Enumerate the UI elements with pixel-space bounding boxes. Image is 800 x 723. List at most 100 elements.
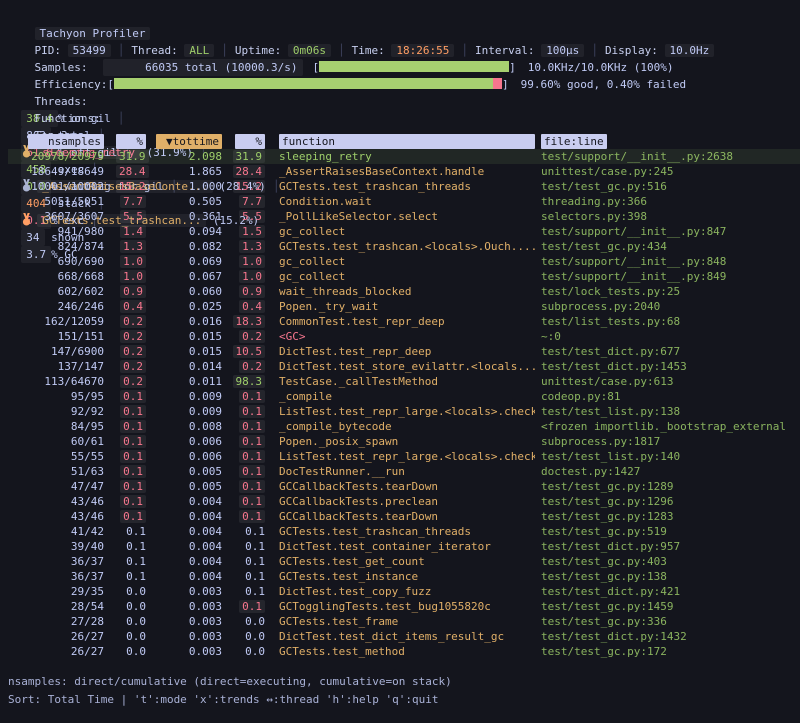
cell-percent-cumulative: 0.0 xyxy=(245,630,265,643)
table-row[interactable]: 246/246 0.4 0.025 0.4 Popen._try_wait su… xyxy=(8,299,800,314)
cell-function: <GC> xyxy=(279,329,535,344)
table-row[interactable]: 147/6900 0.2 0.015 10.5 DictTest.test_re… xyxy=(8,344,800,359)
table-row[interactable]: 690/690 1.0 0.069 1.0 gc_collect test/su… xyxy=(8,254,800,269)
col-header-percent-cumulative[interactable]: % xyxy=(235,134,265,149)
table-row[interactable]: 41/42 0.1 0.004 0.1 GCTests.test_trashca… xyxy=(8,524,800,539)
col-header-nsamples[interactable]: nsamples xyxy=(28,134,104,149)
cell-file-line: test/support/__init__.py:849 xyxy=(541,269,800,284)
table-row[interactable]: 3607/3607 5.5 0.361 5.5 _PollLikeSelecto… xyxy=(8,209,800,224)
divider: │ xyxy=(584,44,605,57)
table-row[interactable]: 602/602 0.9 0.060 0.9 wait_threads_block… xyxy=(8,284,800,299)
table-row[interactable]: 29/35 0.0 0.003 0.1 DictTest.test_copy_f… xyxy=(8,584,800,599)
col-header-file-line[interactable]: file:line xyxy=(541,134,607,149)
table-row[interactable]: 51/63 0.1 0.005 0.1 DocTestRunner.__run … xyxy=(8,464,800,479)
cell-percent-direct: 0.2 xyxy=(120,360,146,373)
cell-function: gc_collect xyxy=(279,254,535,269)
cell-percent-cumulative: 0.1 xyxy=(239,450,265,463)
thread-value[interactable]: ALL xyxy=(184,44,214,57)
cell-nsamples: 3607/3607 xyxy=(44,210,104,223)
cell-percent-direct: 0.2 xyxy=(120,375,146,388)
cell-percent-direct: 0.1 xyxy=(120,465,146,478)
cell-function: GCCallbackTests.tearDown xyxy=(279,479,535,494)
cell-function: DictTest.test_copy_fuzz xyxy=(279,584,535,599)
table-row[interactable]: 162/12059 0.2 0.016 18.3 CommonTest.test… xyxy=(8,314,800,329)
table-row[interactable]: 113/64670 0.2 0.011 98.3 TestCase._callT… xyxy=(8,374,800,389)
cell-percent-cumulative: 0.1 xyxy=(239,495,265,508)
cell-function: TestCase._callTestMethod xyxy=(279,374,535,389)
cell-percent-direct: 1.3 xyxy=(120,240,146,253)
cell-percent-direct: 0.4 xyxy=(120,300,146,313)
cell-file-line: test/support/__init__.py:2638 xyxy=(541,149,800,164)
cell-function: _compile_bytecode xyxy=(279,419,535,434)
col-header-percent-direct[interactable]: % xyxy=(116,134,146,149)
cell-percent-direct: 0.1 xyxy=(120,495,146,508)
cell-percent-cumulative: 1.5 xyxy=(239,225,265,238)
cell-nsamples: 246/246 xyxy=(58,300,104,313)
cell-file-line: test/test_gc.py:138 xyxy=(541,569,800,584)
table-row[interactable]: 20978/20979 31.9 2.098 31.9 sleeping_ret… xyxy=(8,149,800,164)
functions-label: Functions: xyxy=(35,110,99,127)
table-row[interactable]: 26/27 0.0 0.003 0.0 DictTest.test_dict_i… xyxy=(8,629,800,644)
samples-bar-close-bracket: ] xyxy=(509,61,516,74)
cell-tottime: 0.094 xyxy=(189,225,222,238)
table-row[interactable]: 47/47 0.1 0.005 0.1 GCCallbackTests.tear… xyxy=(8,479,800,494)
divider: │ xyxy=(454,44,475,57)
cell-tottime: 0.005 xyxy=(189,480,222,493)
table-row[interactable]: 28/54 0.0 0.003 0.1 GCTogglingTests.test… xyxy=(8,599,800,614)
col-header-tottime-sorted[interactable]: ▼tottime xyxy=(156,134,222,149)
cell-nsamples: 39/40 xyxy=(71,540,104,553)
table-row[interactable]: 941/980 1.4 0.094 1.5 gc_collect test/su… xyxy=(8,224,800,239)
cell-file-line: test/test_gc.py:172 xyxy=(541,644,800,659)
cell-function: Popen._try_wait xyxy=(279,299,535,314)
table-row[interactable]: 10001/10002 15.2 1.000 15.2 GCTests.test… xyxy=(8,179,800,194)
table-row[interactable]: 151/151 0.2 0.015 0.2 <GC> ~:0 xyxy=(8,329,800,344)
cell-percent-direct: 0.0 xyxy=(126,600,146,613)
table-row[interactable]: 27/28 0.0 0.003 0.0 GCTests.test_frame t… xyxy=(8,614,800,629)
cell-function: sleeping_retry xyxy=(279,149,535,164)
cell-file-line: unittest/case.py:245 xyxy=(541,164,800,179)
table-row[interactable]: 95/95 0.1 0.009 0.1 _compile codeop.py:8… xyxy=(8,389,800,404)
table-row[interactable]: 18649/18649 28.4 1.865 28.4 _AssertRaise… xyxy=(8,164,800,179)
samples-bar-open-bracket: [ xyxy=(313,61,320,74)
cell-percent-cumulative: 98.3 xyxy=(233,375,266,388)
samples-progress-bar xyxy=(319,61,509,72)
table-row[interactable]: 55/55 0.1 0.006 0.1 ListTest.test_repr_l… xyxy=(8,449,800,464)
cell-function: GCTogglingTests.test_bug1055820c xyxy=(279,599,535,614)
table-row[interactable]: 668/668 1.0 0.067 1.0 gc_collect test/su… xyxy=(8,269,800,284)
cell-tottime: 0.003 xyxy=(189,645,222,658)
table-row[interactable]: 137/147 0.2 0.014 0.2 DictTest.test_stor… xyxy=(8,359,800,374)
cell-tottime: 0.009 xyxy=(189,390,222,403)
table-row[interactable]: 92/92 0.1 0.009 0.1 ListTest.test_repr_l… xyxy=(8,404,800,419)
page-title: Tachyon Profiler xyxy=(35,27,151,40)
table-row[interactable]: 43/46 0.1 0.004 0.1 GCCallbackTests.tear… xyxy=(8,509,800,524)
cell-nsamples: 29/35 xyxy=(71,585,104,598)
table-row[interactable]: 5051/5051 7.7 0.505 7.7 Condition.wait t… xyxy=(8,194,800,209)
cell-file-line: test/test_gc.py:1296 xyxy=(541,494,800,509)
cell-percent-cumulative: 0.1 xyxy=(239,600,265,613)
cell-percent-cumulative: 0.1 xyxy=(245,525,265,538)
cell-file-line: test/test_gc.py:1459 xyxy=(541,599,800,614)
table-row[interactable]: 43/46 0.1 0.004 0.1 GCCallbackTests.prec… xyxy=(8,494,800,509)
cell-percent-direct: 0.0 xyxy=(126,585,146,598)
table-row[interactable]: 36/37 0.1 0.004 0.1 GCTests.test_instanc… xyxy=(8,569,800,584)
col-header-function[interactable]: function xyxy=(279,134,535,149)
table-row[interactable]: 26/27 0.0 0.003 0.0 GCTests.test_method … xyxy=(8,644,800,659)
cell-file-line: test/test_gc.py:1289 xyxy=(541,479,800,494)
cell-percent-direct: 0.1 xyxy=(126,540,146,553)
cell-nsamples: 137/147 xyxy=(58,360,104,373)
table-row[interactable]: 84/95 0.1 0.008 0.1 _compile_bytecode <f… xyxy=(8,419,800,434)
cell-nsamples: 10001/10002 xyxy=(31,180,104,193)
interval-label: Interval: xyxy=(475,44,535,57)
table-row[interactable]: 39/40 0.1 0.004 0.1 DictTest.test_contai… xyxy=(8,539,800,554)
cell-file-line: test/support/__init__.py:848 xyxy=(541,254,800,269)
table-row[interactable]: 60/61 0.1 0.006 0.1 Popen._posix_spawn s… xyxy=(8,434,800,449)
table-row[interactable]: 824/874 1.3 0.082 1.3 GCTests.test_trash… xyxy=(8,239,800,254)
cell-tottime: 0.067 xyxy=(189,270,222,283)
samples-total: 66035 total (10000.3/s) xyxy=(103,59,303,76)
table-row[interactable]: 36/37 0.1 0.004 0.1 GCTests.test_get_cou… xyxy=(8,554,800,569)
cell-tottime: 0.015 xyxy=(189,330,222,343)
pid-label: PID: xyxy=(35,44,62,57)
cell-nsamples: 690/690 xyxy=(58,255,104,268)
cell-nsamples: 151/151 xyxy=(58,330,104,343)
cell-function: _compile xyxy=(279,389,535,404)
